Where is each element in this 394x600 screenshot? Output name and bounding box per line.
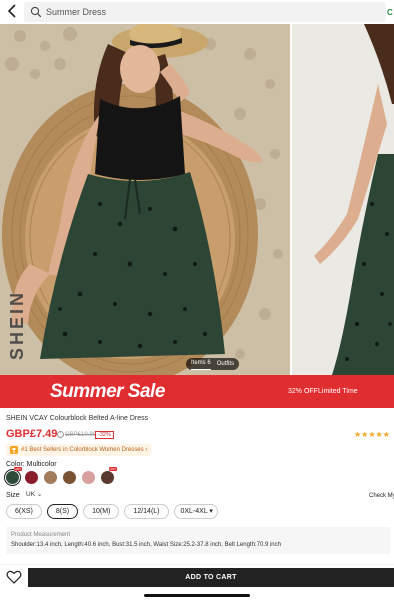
bestseller-text: #1 Best Sellers in Colorblock Women Dres… [21, 447, 144, 453]
size-option-label: 0XL-4XL [180, 508, 208, 515]
size-options: 6(XS) 8(S) 10(M) 12/14(L) 0XL-4XL ▾ [6, 504, 218, 519]
hot-badge: HOT [13, 467, 22, 471]
product-photo-main[interactable]: SHEIN [0, 24, 290, 375]
size-option[interactable]: 12/14(L) [124, 504, 169, 519]
home-indicator [144, 594, 250, 597]
top-bar: Summer Dress C [0, 0, 394, 24]
measurement-values: Shoulder:13.4 inch, Length:40.6 inch, Bu… [11, 542, 281, 548]
color-swatch-multicolor-green[interactable]: HOT [4, 467, 22, 486]
color-swatches: HOT HOT [4, 467, 117, 486]
gallery-tabs[interactable]: Items 6 Outfits [186, 358, 240, 370]
search-placeholder: Summer Dress [46, 7, 107, 17]
size-option-label: 8(S) [55, 508, 70, 515]
product-measurement[interactable]: Product Measurement Shoulder:13.4 inch, … [6, 527, 390, 554]
chevron-right-icon: › [143, 447, 148, 453]
color-swatch-floral[interactable]: HOT [101, 467, 117, 484]
color-swatch-brown-print[interactable] [63, 471, 76, 484]
heart-icon[interactable] [6, 569, 22, 585]
star-icon: ★ [368, 430, 376, 439]
color-swatch-leopard[interactable] [44, 471, 57, 484]
chevron-left-icon [7, 4, 16, 18]
size-region-select[interactable]: UK ⌄ [26, 490, 42, 499]
discount-badge: -32% [95, 431, 114, 439]
size-option-label: 10(M) [92, 508, 111, 515]
add-to-cart-button[interactable]: ADD TO CART [28, 568, 394, 587]
share-icon[interactable]: C [387, 8, 393, 18]
star-icon: ★ [382, 430, 390, 439]
size-label: Size [6, 492, 20, 499]
size-option-label: 6(XS) [15, 508, 33, 515]
product-title: SHEIN VCAY Colourblock Belted A-line Dre… [6, 415, 149, 422]
size-region-label: UK [26, 491, 36, 498]
size-option[interactable]: 6(XS) [6, 504, 42, 519]
search-input[interactable]: Summer Dress [24, 2, 386, 22]
rating-stars[interactable]: ★ ★ ★ ★ ★ [354, 430, 390, 439]
hot-badge: HOT [108, 467, 117, 471]
color-swatch-pink-print[interactable] [82, 471, 95, 484]
shein-watermark: SHEIN [7, 290, 27, 360]
size-option[interactable]: 0XL-4XL ▾ [173, 504, 218, 519]
size-option[interactable]: 10(M) [83, 504, 120, 519]
product-photo-secondary[interactable] [292, 24, 394, 375]
info-icon[interactable]: ! [57, 431, 64, 438]
promo-banner[interactable]: Summer Sale 32% OFF Limited Time [0, 375, 394, 408]
measurement-title: Product Measurement [11, 532, 71, 538]
size-option[interactable]: 8(S) [46, 504, 79, 519]
chevron-down-icon: ⌄ [36, 491, 43, 498]
chevron-down-icon: ▾ [207, 508, 213, 515]
check-my-size-link[interactable]: Check My Size [369, 492, 394, 500]
search-icon [30, 6, 42, 18]
back-button[interactable] [4, 3, 20, 21]
original-price: GBP£10.99 [65, 432, 97, 438]
size-option-label: 12/14(L) [133, 508, 160, 515]
promo-discount: 32% OFF [288, 388, 318, 395]
tab-items[interactable]: Items 6 [191, 358, 211, 370]
tab-outfits[interactable]: Outfits [217, 358, 234, 370]
promo-limited: Limited Time [318, 388, 358, 395]
product-gallery[interactable]: SHEIN Items 6 Outfits [0, 24, 394, 375]
star-icon: ★ [354, 430, 362, 439]
star-icon: ★ [375, 430, 383, 439]
trophy-icon [10, 446, 18, 454]
star-icon: ★ [361, 430, 369, 439]
bestseller-badge[interactable]: #1 Best Sellers in Colorblock Women Dres… [6, 444, 152, 456]
product-price: GBP£7.49 [6, 428, 58, 440]
promo-title: Summer Sale [50, 381, 165, 402]
color-swatch-red[interactable] [25, 471, 38, 484]
bottom-action-bar: ADD TO CART [0, 564, 394, 600]
svg-text:SHEIN: SHEIN [7, 290, 27, 360]
